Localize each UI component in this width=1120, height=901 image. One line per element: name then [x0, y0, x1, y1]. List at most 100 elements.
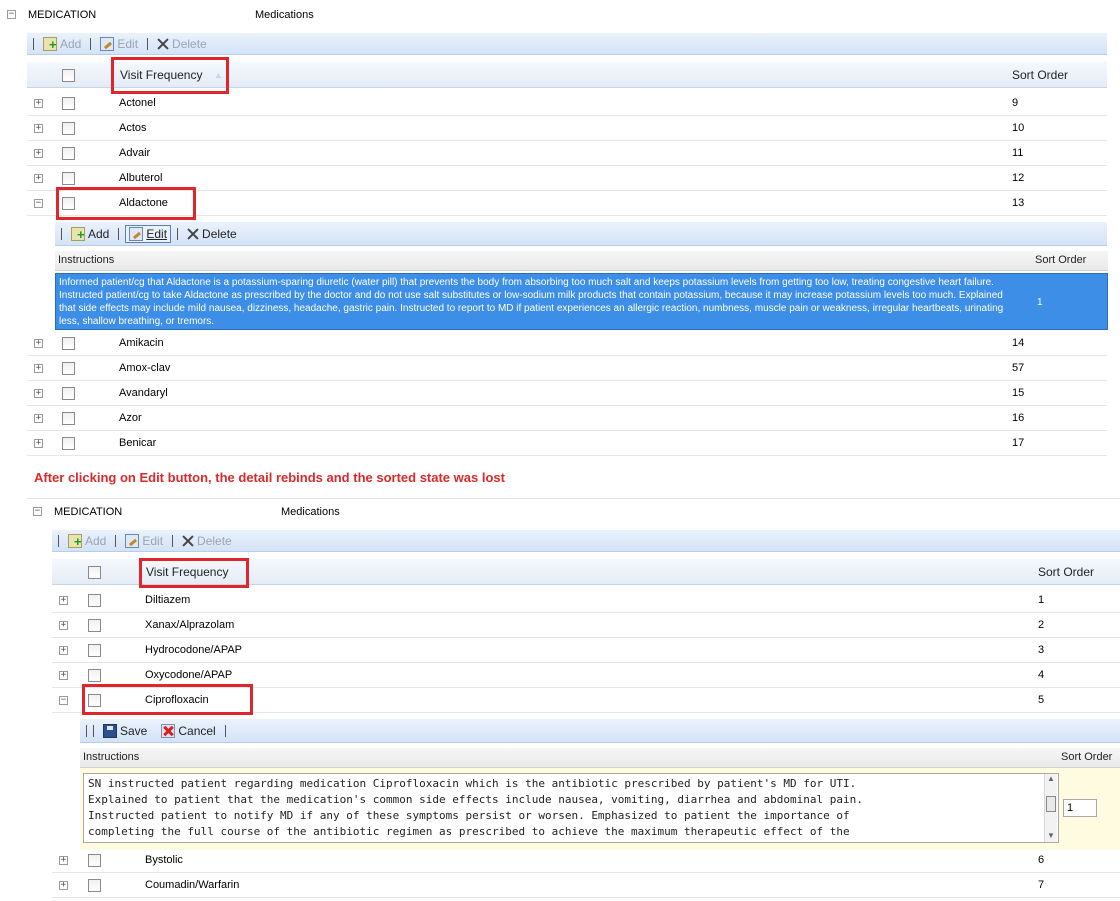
expand-icon[interactable]: + — [59, 621, 68, 630]
column-sort-order[interactable]: Sort Order — [1035, 254, 1086, 266]
expand-icon[interactable]: + — [34, 439, 43, 448]
group-header: − MEDICATION Medications — [0, 4, 1120, 26]
table-row[interactable]: + Coumadin/Warfarin 7 — [52, 873, 1120, 898]
row-name: Bystolic — [145, 854, 183, 866]
table-row[interactable]: + Benicar 17 — [27, 431, 1107, 456]
collapse-icon[interactable]: − — [59, 696, 68, 705]
expand-icon[interactable]: + — [59, 671, 68, 680]
expand-icon[interactable]: + — [34, 339, 43, 348]
textarea-scrollbar[interactable]: ▲ ▼ — [1044, 774, 1057, 842]
add-button[interactable]: Add — [68, 226, 112, 242]
collapse-icon[interactable]: − — [33, 507, 42, 516]
select-all-checkbox[interactable] — [62, 69, 75, 82]
row-checkbox[interactable] — [88, 619, 101, 632]
add-button[interactable]: Add — [65, 533, 109, 549]
collapse-icon[interactable]: − — [7, 10, 16, 19]
row-name: Actos — [119, 122, 147, 134]
row-name: Advair — [119, 147, 151, 159]
table-row[interactable]: + Avandaryl 15 — [27, 381, 1107, 406]
highlight-box — [82, 684, 253, 715]
row-sort-order: 6 — [1038, 854, 1045, 866]
expand-icon[interactable]: + — [34, 124, 43, 133]
table-row[interactable]: + Amikacin 14 — [27, 331, 1107, 356]
row-checkbox[interactable] — [88, 854, 101, 867]
detail-toolbar: Save Cancel — [80, 719, 1120, 743]
delete-button[interactable]: Delete — [184, 226, 240, 242]
expand-icon[interactable]: + — [34, 149, 43, 158]
scroll-down-icon[interactable]: ▼ — [1047, 831, 1055, 840]
row-checkbox[interactable] — [62, 147, 75, 160]
row-checkbox[interactable] — [62, 437, 75, 450]
row-name: Xanax/Alprazolam — [145, 619, 235, 631]
row-checkbox[interactable] — [62, 172, 75, 185]
highlight-box — [111, 57, 229, 94]
edit-button[interactable]: Edit — [122, 533, 166, 549]
table-row[interactable]: + Azor 16 — [27, 406, 1107, 431]
row-checkbox[interactable] — [62, 387, 75, 400]
instructions-text: Informed patient/cg that Aldactone is a … — [59, 277, 1004, 327]
select-all-checkbox[interactable] — [88, 566, 101, 579]
row-sort-order: 4 — [1038, 669, 1045, 681]
edit-button[interactable]: Edit — [97, 36, 141, 52]
save-button[interactable]: Save — [100, 723, 150, 739]
edit-row: SN instructed patient regarding medicati… — [80, 768, 1120, 850]
column-sort-order[interactable]: Sort Order — [1012, 68, 1068, 82]
row-sort-order: 11 — [1012, 147, 1024, 159]
row-sort-order: 5 — [1038, 694, 1045, 706]
expand-icon[interactable]: + — [34, 364, 43, 373]
scroll-thumb[interactable] — [1046, 796, 1056, 812]
column-sort-order[interactable]: Sort Order — [1061, 751, 1112, 763]
group-value: Medications — [281, 506, 340, 518]
table-row[interactable]: + Bystolic 6 — [52, 848, 1120, 873]
row-sort-order: 15 — [1012, 387, 1025, 399]
delete-button[interactable]: Delete — [179, 533, 235, 549]
delete-button[interactable]: Delete — [154, 36, 210, 52]
table-row[interactable]: + Hydrocodone/APAP 3 — [52, 638, 1120, 663]
collapse-icon[interactable]: − — [34, 199, 43, 208]
detail-row-selected[interactable]: Informed patient/cg that Aldactone is a … — [55, 273, 1108, 330]
add-button[interactable]: Add — [40, 36, 84, 52]
expand-icon[interactable]: + — [34, 174, 43, 183]
group-value: Medications — [255, 9, 314, 21]
edit-button[interactable]: Edit — [125, 224, 172, 243]
add-icon — [43, 36, 57, 51]
row-checkbox[interactable] — [88, 594, 101, 607]
row-checkbox[interactable] — [62, 122, 75, 135]
row-checkbox[interactable] — [62, 97, 75, 110]
annotation-caption: After clicking on Edit button, the detai… — [34, 470, 505, 485]
row-name: Benicar — [119, 437, 157, 449]
expand-icon[interactable]: + — [59, 646, 68, 655]
table-row[interactable]: + Advair 11 — [27, 141, 1107, 166]
row-checkbox[interactable] — [88, 669, 101, 682]
table-row[interactable]: + Xanax/Alprazolam 2 — [52, 613, 1120, 638]
row-checkbox[interactable] — [62, 337, 75, 350]
expand-icon[interactable]: + — [34, 389, 43, 398]
expand-icon[interactable]: + — [59, 881, 68, 890]
table-row[interactable]: + Amox-clav 57 — [27, 356, 1107, 381]
instructions-textarea[interactable]: SN instructed patient regarding medicati… — [83, 773, 1059, 843]
row-checkbox[interactable] — [62, 362, 75, 375]
expand-icon[interactable]: + — [59, 596, 68, 605]
column-instructions[interactable]: Instructions — [83, 751, 139, 763]
column-instructions[interactable]: Instructions — [58, 254, 114, 266]
edit-icon — [100, 36, 115, 51]
column-sort-order[interactable]: Sort Order — [1038, 565, 1094, 579]
detail-column-header: Instructions Sort Order — [55, 251, 1108, 271]
row-checkbox[interactable] — [88, 879, 101, 892]
master-toolbar: Add Edit Delete — [52, 530, 1120, 552]
cancel-icon — [161, 723, 176, 738]
row-checkbox[interactable] — [62, 412, 75, 425]
scroll-up-icon[interactable]: ▲ — [1047, 774, 1055, 783]
table-row[interactable]: + Actonel 9 — [27, 91, 1107, 116]
expand-icon[interactable]: + — [34, 99, 43, 108]
row-name: Oxycodone/APAP — [145, 669, 233, 681]
table-row[interactable]: + Actos 10 — [27, 116, 1107, 141]
cancel-button[interactable]: Cancel — [158, 723, 218, 739]
table-row[interactable]: + Diltiazem 1 — [52, 588, 1120, 613]
expand-icon[interactable]: + — [34, 414, 43, 423]
row-checkbox[interactable] — [88, 644, 101, 657]
row-name: Albuterol — [119, 172, 163, 184]
sort-order-input[interactable] — [1063, 799, 1097, 817]
row-sort-order: 7 — [1038, 879, 1045, 891]
expand-icon[interactable]: + — [59, 856, 68, 865]
